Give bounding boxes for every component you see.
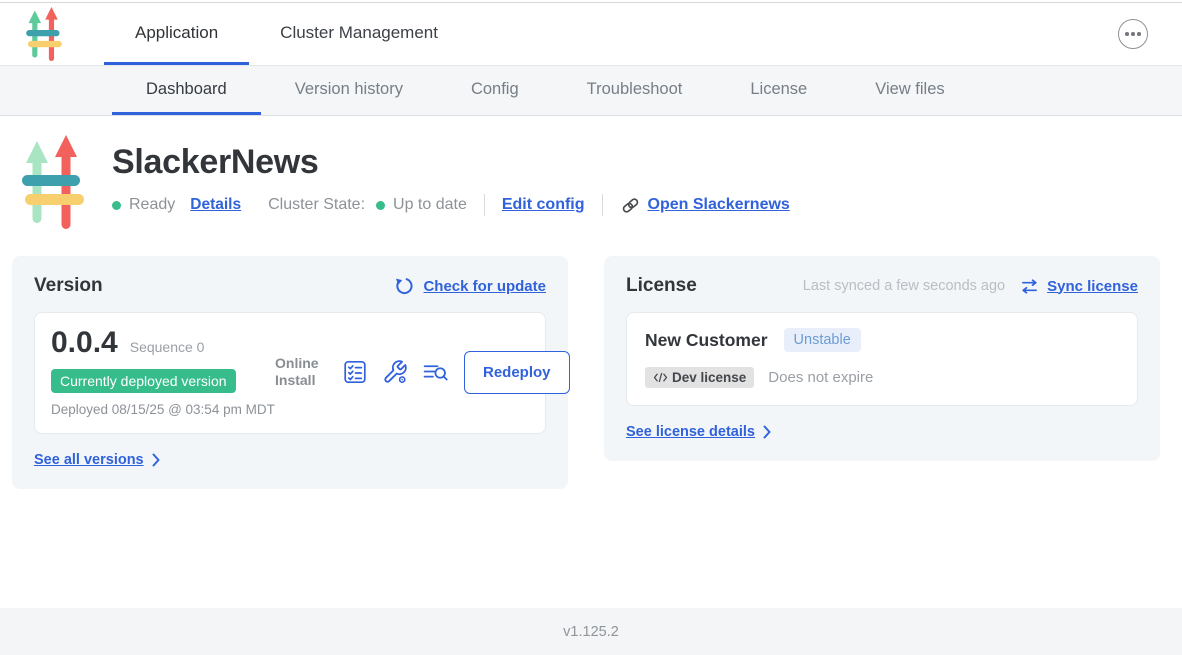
page-title: SlackerNews: [112, 143, 790, 182]
install-type-label: Online Install: [275, 355, 327, 390]
tab-troubleshoot[interactable]: Troubleshoot: [553, 66, 717, 115]
last-synced-label: Last synced a few seconds ago: [803, 278, 1005, 294]
console-version: v1.125.2: [563, 624, 619, 640]
chevron-right-icon: [763, 425, 771, 439]
wrench-gear-icon: [382, 359, 408, 385]
see-all-versions-link[interactable]: See all versions: [34, 452, 160, 468]
license-expiration: Does not expire: [768, 369, 873, 386]
status-details-link[interactable]: Details: [190, 196, 241, 214]
divider: [602, 194, 603, 216]
tab-view-files[interactable]: View files: [841, 66, 978, 115]
redeploy-button[interactable]: Redeploy: [464, 351, 570, 394]
cluster-state-dot: [376, 201, 385, 210]
tab-license[interactable]: License: [716, 66, 841, 115]
tab-dashboard[interactable]: Dashboard: [112, 66, 261, 115]
channel-badge: Unstable: [784, 328, 861, 352]
license-type-label: Dev license: [672, 370, 746, 385]
app-header: SlackerNews Ready Details Cluster State:…: [0, 116, 1182, 229]
tab-version-history[interactable]: Version history: [261, 66, 437, 115]
deployed-timestamp: Deployed 08/15/25 @ 03:54 pm MDT: [51, 401, 275, 419]
app-subnav: Dashboard Version history Config Trouble…: [0, 66, 1182, 116]
divider: [484, 194, 485, 216]
tab-application-label: Application: [135, 23, 218, 43]
open-app-link-label: Open Slackernews: [648, 196, 790, 214]
tab-cluster-management[interactable]: Cluster Management: [249, 3, 469, 65]
more-options-button[interactable]: [1118, 19, 1148, 49]
deploy-logs-button[interactable]: [422, 361, 449, 384]
checklist-icon: [342, 359, 368, 385]
version-number: 0.0.4: [51, 326, 118, 360]
license-details-panel: New Customer Unstable Dev license Does n…: [626, 312, 1138, 406]
refresh-icon: [394, 276, 414, 296]
see-all-versions-label: See all versions: [34, 452, 144, 468]
license-type-badge: Dev license: [645, 367, 754, 388]
ellipsis-icon: [1125, 32, 1129, 36]
edit-config-link[interactable]: Edit config: [502, 196, 585, 214]
open-app-link[interactable]: Open Slackernews: [620, 195, 790, 216]
ready-status-dot: [112, 201, 121, 210]
sequence-label: Sequence 0: [130, 339, 205, 355]
current-version-panel: 0.0.4 Sequence 0 Currently deployed vers…: [34, 312, 546, 434]
lines-magnifier-icon: [422, 361, 449, 384]
check-for-update-link[interactable]: Check for update: [423, 278, 546, 295]
license-card: License Last synced a few seconds ago Sy…: [604, 256, 1160, 461]
view-config-button[interactable]: [382, 359, 408, 385]
app-status-row: Ready Details Cluster State: Up to date …: [112, 194, 790, 216]
chain-link-icon: [620, 195, 641, 216]
ready-status-label: Ready: [129, 196, 175, 214]
chevron-right-icon: [152, 453, 160, 467]
tab-cluster-management-label: Cluster Management: [280, 23, 438, 43]
arrows-hash-logo-icon: [26, 7, 62, 61]
cluster-state-value: Up to date: [393, 196, 467, 214]
top-tabs: Application Cluster Management: [104, 3, 469, 65]
version-card: Version Check for update 0.0.4 Sequence …: [12, 256, 568, 489]
see-license-details-label: See license details: [626, 424, 755, 440]
app-logo[interactable]: [26, 7, 62, 61]
see-license-details-link[interactable]: See license details: [626, 424, 771, 440]
license-card-title: License: [626, 275, 697, 297]
customer-name: New Customer: [645, 330, 768, 351]
top-navbar: Application Cluster Management: [0, 3, 1182, 66]
deployed-status-badge: Currently deployed version: [51, 369, 236, 393]
preflight-checks-button[interactable]: [342, 359, 368, 385]
cluster-state-label: Cluster State:: [268, 196, 365, 214]
dashboard-cards: Version Check for update 0.0.4 Sequence …: [12, 256, 1170, 489]
version-card-title: Version: [34, 275, 103, 297]
app-hero-icon: [22, 135, 84, 229]
tab-config[interactable]: Config: [437, 66, 553, 115]
tab-application[interactable]: Application: [104, 3, 249, 65]
sync-arrows-icon: [1020, 278, 1039, 295]
footer: v1.125.2: [0, 608, 1182, 655]
code-brackets-icon: [653, 372, 668, 383]
sync-license-link[interactable]: Sync license: [1047, 278, 1138, 295]
